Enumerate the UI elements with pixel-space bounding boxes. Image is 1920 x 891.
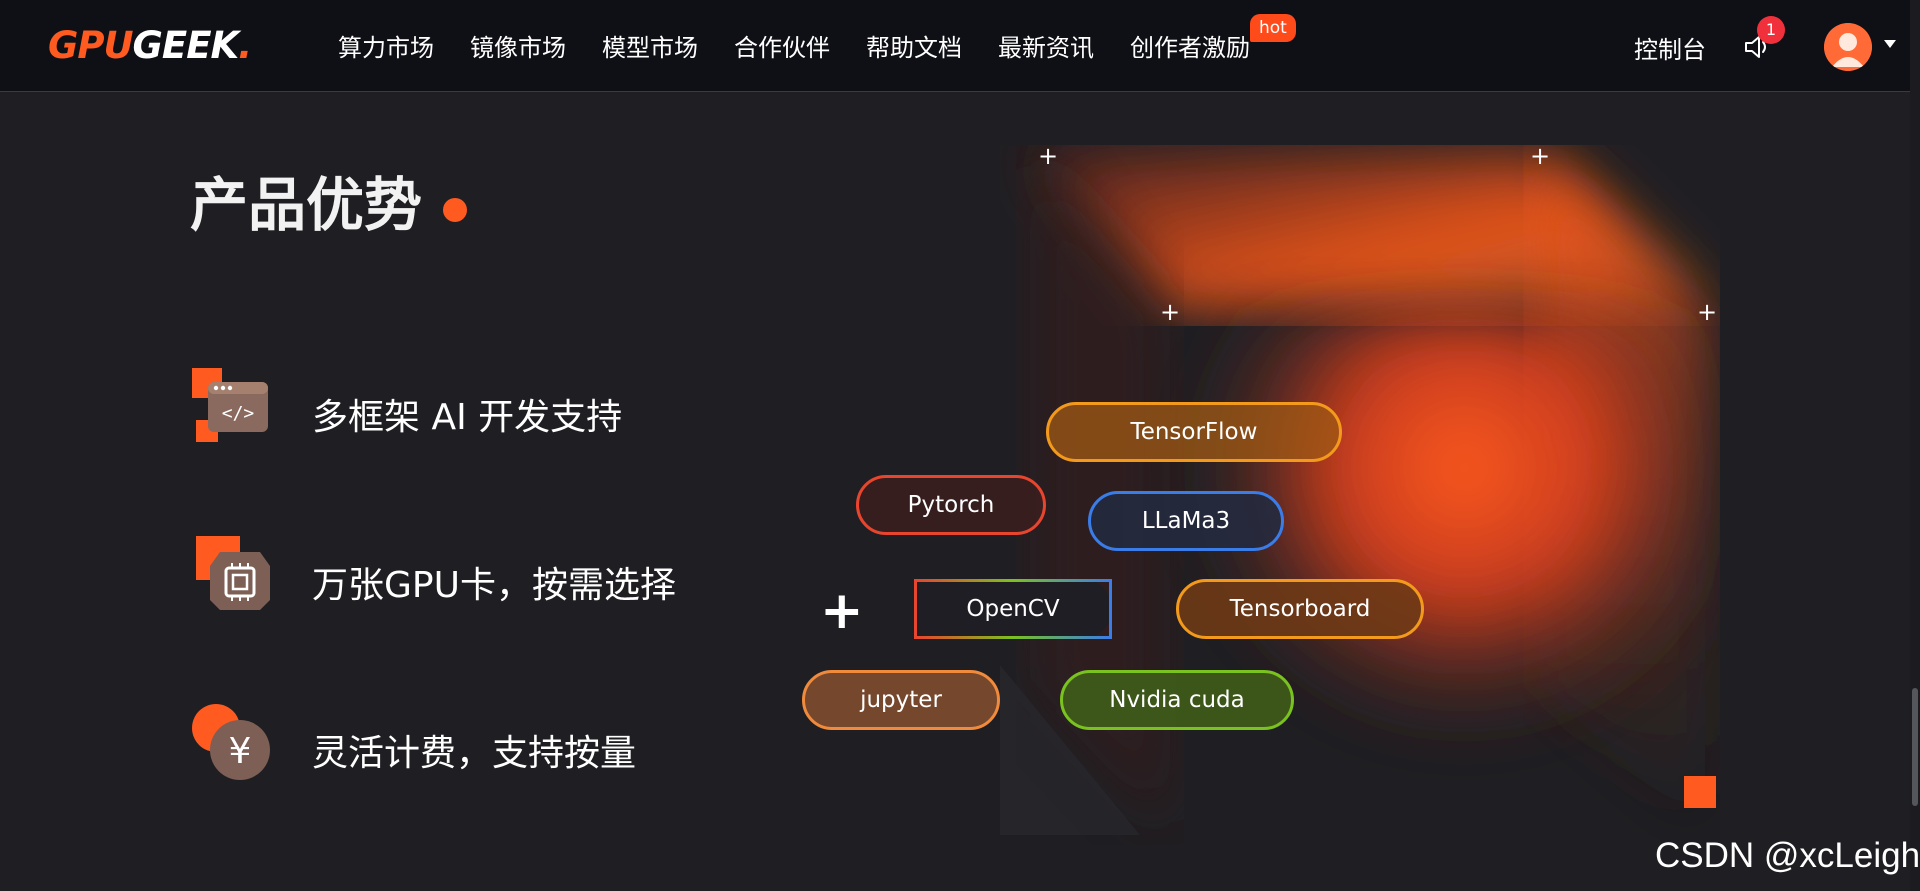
chip-icon: [190, 534, 272, 616]
plus-mark: +: [1160, 298, 1181, 326]
orange-square-accent: [1684, 776, 1716, 808]
feature-label: 多框架 AI 开发支持: [312, 397, 623, 438]
scrollbar-thumb[interactable]: [1912, 688, 1918, 806]
gpugeek-logo[interactable]: GPU GEEK.: [48, 22, 252, 68]
svg-text:</>: </>: [222, 403, 255, 424]
tag-opencv: OpenCV: [914, 579, 1112, 639]
tag-jupyter: jupyter: [802, 670, 1000, 730]
tag-pytorch: Pytorch: [856, 475, 1046, 535]
feature-label: 万张GPU卡，按需选择: [312, 565, 676, 606]
nav-item-model-market[interactable]: 模型市场: [602, 28, 698, 63]
nav-item-partners[interactable]: 合作伙伴: [734, 28, 830, 63]
plus-large: +: [820, 581, 864, 641]
tag-tensorflow: TensorFlow: [1046, 402, 1342, 462]
tag-llama3: LLaMa3: [1088, 491, 1284, 551]
nav-item-help-docs[interactable]: 帮助文档: [866, 28, 962, 63]
logo-text-gpu: GPU: [48, 23, 134, 67]
nav-item-image-market[interactable]: 镜像市场: [470, 28, 566, 63]
code-window-icon: </>: [190, 366, 272, 448]
nav-item-creator-incentive[interactable]: 创作者激励: [1130, 28, 1250, 63]
hot-badge: hot: [1250, 14, 1296, 42]
console-link[interactable]: 控制台: [1634, 30, 1706, 65]
user-avatar-icon[interactable]: [1824, 23, 1872, 71]
avatar-figure: [1824, 23, 1872, 71]
nav-item-compute-market[interactable]: 算力市场: [338, 28, 434, 63]
title-accent-dot: [443, 198, 467, 222]
nav-item-latest-news[interactable]: 最新资讯: [998, 28, 1094, 63]
plus-mark: +: [1038, 142, 1059, 170]
notification-count-badge: 1: [1757, 16, 1785, 44]
section-title: 产品优势: [190, 171, 423, 239]
plus-mark: +: [1697, 298, 1718, 326]
logo-dot: .: [238, 23, 252, 67]
tag-nvidia-cuda: Nvidia cuda: [1060, 670, 1294, 730]
top-navbar: GPU GEEK. 算力市场 镜像市场 模型市场 合作伙伴 帮助文档 最新资讯 创…: [0, 0, 1910, 92]
caret-down-icon[interactable]: [1884, 40, 1896, 48]
tag-tensorboard: Tensorboard: [1176, 579, 1424, 639]
logo-text-geek: GEEK: [132, 23, 240, 67]
csdn-watermark: CSDN @xcLeigh: [1655, 836, 1920, 875]
plus-mark: +: [1530, 142, 1551, 170]
yen-coin-icon: ¥: [190, 702, 272, 784]
svg-text:¥: ¥: [229, 731, 252, 772]
main-nav: 算力市场 镜像市场 模型市场 合作伙伴 帮助文档 最新资讯 创作者激励: [338, 0, 1286, 91]
feature-label: 灵活计费，支持按量: [312, 733, 637, 774]
